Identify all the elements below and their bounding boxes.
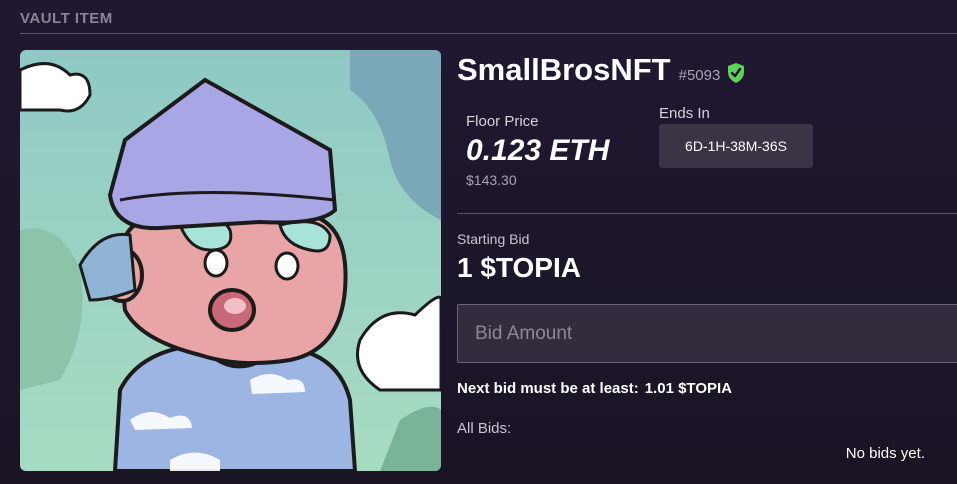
next-bid-amount: 1.01 $TOPIA: [644, 380, 732, 397]
floor-price-value: 0.123 ETH: [466, 134, 610, 167]
next-bid-label: Next bid must be at least:: [457, 380, 639, 397]
starting-bid-value: 1 $TOPIA: [457, 252, 581, 283]
ends-in-label: Ends In: [659, 105, 710, 122]
nft-name: SmallBrosNFT: [457, 52, 671, 87]
details-divider: [457, 213, 957, 214]
floor-price-label: Floor Price: [466, 113, 539, 130]
starting-bid-label: Starting Bid: [457, 231, 530, 247]
all-bids-label: All Bids:: [457, 420, 512, 437]
floor-price-usd: $143.30: [466, 172, 517, 188]
nft-image: [20, 50, 441, 471]
title-row: SmallBrosNFT #5093: [457, 52, 746, 88]
countdown-timer: 6D-1H-38M-36S: [659, 124, 813, 168]
section-divider: [20, 33, 957, 34]
token-id: #5093: [678, 67, 721, 84]
vault-item-page: VAULT ITEM SmallBrosNFT #5093 Floor Pric…: [0, 0, 957, 484]
bid-amount-input[interactable]: [457, 304, 957, 363]
next-bid-hint: Next bid must be at least: 1.01 $TOPIA: [457, 380, 732, 397]
section-title: VAULT ITEM: [20, 10, 113, 27]
check-shield-icon: [726, 62, 746, 89]
no-bids-message: No bids yet.: [845, 445, 925, 462]
